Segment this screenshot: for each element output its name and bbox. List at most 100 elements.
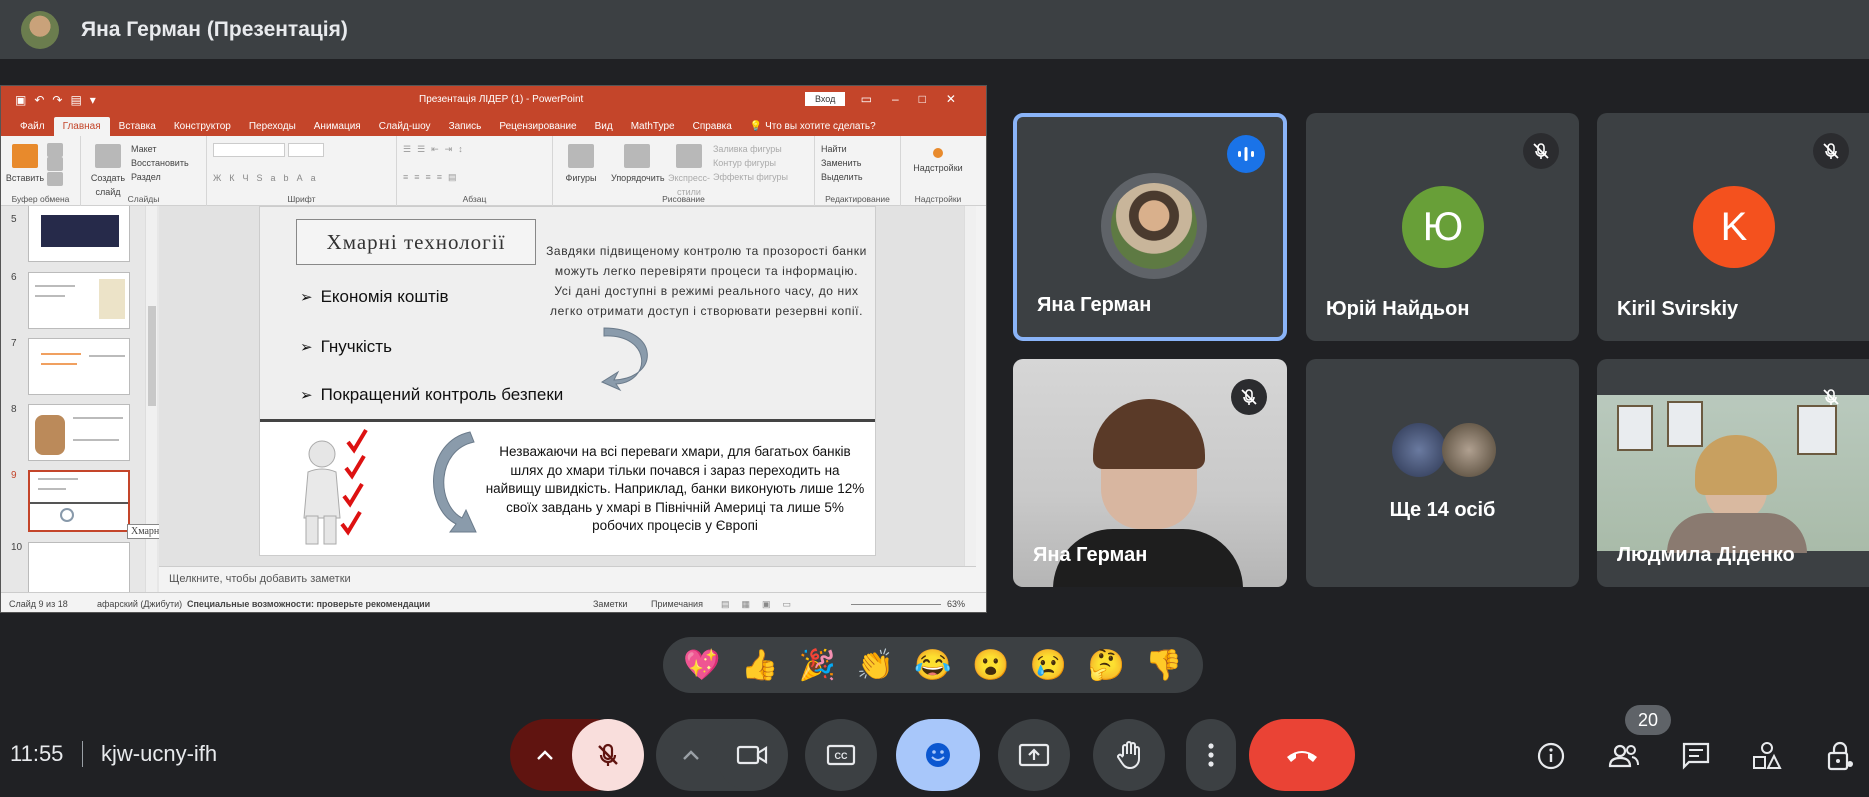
notes-toggle[interactable]: Заметки xyxy=(593,599,627,609)
current-slide[interactable]: Хмарні технології ➢ Економія коштів ➢ Гнуч… xyxy=(259,206,876,556)
shape-effects-button[interactable]: Эффекты фигуры xyxy=(713,170,808,184)
tab-slideshow[interactable]: Слайд-шоу xyxy=(370,117,440,136)
reaction-clap[interactable]: 👏 xyxy=(851,648,899,683)
shapes-icon[interactable] xyxy=(568,144,594,168)
find-button[interactable]: Найти xyxy=(821,142,894,156)
scrollbar-thumb[interactable] xyxy=(148,306,156,406)
zoom-slider[interactable] xyxy=(851,604,941,605)
participant-tile[interactable]: Яна Герман xyxy=(1013,359,1287,587)
thumb-image xyxy=(28,272,130,329)
copy-icon[interactable] xyxy=(47,157,63,172)
paste-icon[interactable] xyxy=(12,144,38,168)
tab-mathtype[interactable]: MathType xyxy=(622,117,684,136)
thumbnail-slide-10[interactable]: 10 xyxy=(1,542,151,592)
people-button[interactable] xyxy=(1604,736,1644,776)
participant-name: Kiril Svirskiy xyxy=(1617,298,1739,320)
tab-animations[interactable]: Анимация xyxy=(305,117,370,136)
tab-transitions[interactable]: Переходы xyxy=(240,117,305,136)
group-addins: Надстройки Надстройки xyxy=(901,136,975,206)
reaction-party[interactable]: 🎉 xyxy=(793,648,841,683)
divider xyxy=(82,741,83,767)
paste-button[interactable]: Вставить xyxy=(6,173,44,183)
camera-toggle-button[interactable] xyxy=(716,719,788,791)
participant-tile[interactable]: K Kiril Svirskiy xyxy=(1597,113,1869,341)
notes-pane[interactable]: Щелкните, чтобы добавить заметки xyxy=(159,566,976,592)
chat-button[interactable] xyxy=(1676,736,1716,776)
comments-toggle[interactable]: Примечания xyxy=(651,599,703,609)
font-format-icons[interactable]: ЖКЧSabAa xyxy=(213,173,324,183)
tab-design[interactable]: Конструктор xyxy=(165,117,240,136)
signin-button[interactable]: Вход xyxy=(805,92,846,106)
reactions-button[interactable] xyxy=(896,719,980,791)
meeting-code[interactable]: kjw-ucny-ifh xyxy=(101,741,217,767)
accessibility-status[interactable]: Специальные возможности: проверьте реком… xyxy=(187,599,430,609)
font-name-combo[interactable] xyxy=(213,142,285,157)
slide-bottom-area: Незважаючи на всі переваги хмари, для ба… xyxy=(260,422,875,555)
font-size-combo[interactable] xyxy=(287,142,324,157)
slide-scrollbar[interactable] xyxy=(964,206,976,566)
participant-tile[interactable]: Ю Юрій Найдьон xyxy=(1306,113,1579,341)
tab-file[interactable]: Файл xyxy=(11,117,54,136)
language-indicator[interactable]: афарский (Джибути) xyxy=(97,599,182,609)
reaction-thinking[interactable]: 🤔 xyxy=(1082,648,1130,683)
more-options-button[interactable] xyxy=(1186,719,1236,791)
replace-button[interactable]: Заменить xyxy=(821,156,894,170)
arrange-button[interactable]: Упорядочить xyxy=(611,173,665,183)
tab-review[interactable]: Рецензирование xyxy=(490,117,585,136)
activities-shapes-icon xyxy=(1753,742,1782,769)
reaction-surprised[interactable]: 😮 xyxy=(967,648,1015,683)
view-buttons-icon[interactable]: ▤▦▣▭ xyxy=(721,599,803,610)
thumbnail-slide-8[interactable]: 8 xyxy=(1,404,151,466)
thumbnail-slide-6[interactable]: 6 xyxy=(1,272,151,334)
paragraph-icons[interactable]: ☰☰⇤⇥↕ ≡≡≡≡▤ xyxy=(403,142,546,184)
shape-outline-button[interactable]: Контур фигуры xyxy=(713,156,808,170)
shape-fill-button[interactable]: Заливка фигуры xyxy=(713,142,808,156)
captions-button[interactable]: CC xyxy=(805,719,877,791)
avatar: Ю xyxy=(1402,186,1484,268)
shapes-button[interactable]: Фигуры xyxy=(565,173,596,183)
host-controls-button[interactable] xyxy=(1820,736,1860,776)
thumbnail-slide-7[interactable]: 7 xyxy=(1,338,151,400)
zoom-level[interactable]: 63% xyxy=(947,599,965,609)
present-screen-button[interactable] xyxy=(998,719,1070,791)
meeting-details-button[interactable] xyxy=(1531,736,1571,776)
raise-hand-button[interactable] xyxy=(1093,719,1165,791)
tab-record[interactable]: Запись xyxy=(440,117,491,136)
quick-access-icons[interactable]: ▣↶↷▤▾ xyxy=(15,93,104,107)
quick-styles-icon[interactable] xyxy=(676,144,702,168)
leave-call-button[interactable] xyxy=(1249,719,1355,791)
reaction-crying[interactable]: 😢 xyxy=(1024,648,1072,683)
participant-tile[interactable]: Людмила Діденко xyxy=(1597,359,1869,587)
arrange-icon[interactable] xyxy=(624,144,650,168)
format-painter-icon[interactable] xyxy=(47,171,63,186)
section-button[interactable]: Раздел xyxy=(131,170,200,184)
slide-canvas[interactable]: Хмарні технології ➢ Економія коштів ➢ Гнуч… xyxy=(159,206,976,566)
reaction-thumbs-down[interactable]: 👎 xyxy=(1140,648,1188,683)
reaction-thumbs-up[interactable]: 👍 xyxy=(736,648,784,683)
thumb-image xyxy=(28,542,130,592)
thumbnail-slide-9[interactable]: 9 xyxy=(1,470,151,532)
cut-icon[interactable] xyxy=(47,142,63,157)
participant-tile[interactable]: Яна Герман xyxy=(1013,113,1287,341)
thumbnail-slide-5[interactable]: 5 xyxy=(1,206,151,264)
reset-button[interactable]: Восстановить xyxy=(131,156,200,170)
tab-home[interactable]: Главная xyxy=(53,117,110,136)
tab-view[interactable]: Вид xyxy=(586,117,622,136)
addins-icon[interactable] xyxy=(933,148,943,158)
people-icon xyxy=(1608,744,1639,768)
new-slide-icon[interactable] xyxy=(95,144,121,168)
window-controls-icon[interactable]: ▭–□✕ xyxy=(861,92,976,106)
activities-button[interactable] xyxy=(1747,736,1787,776)
ppt-titlebar: ▣↶↷▤▾ Презентація ЛІДЕР (1) - PowerPoint… xyxy=(1,86,986,114)
shared-screen-powerpoint[interactable]: ▣↶↷▤▾ Презентація ЛІДЕР (1) - PowerPoint… xyxy=(0,85,987,613)
reaction-laugh[interactable]: 😂 xyxy=(909,648,957,683)
microphone-toggle-button[interactable] xyxy=(572,719,644,791)
tell-me-search[interactable]: 💡 Что вы хотите сделать? xyxy=(741,117,885,136)
others-tile[interactable]: Ще 14 осіб xyxy=(1306,359,1579,587)
reaction-sparkling-heart[interactable]: 💖 xyxy=(678,648,726,683)
tab-insert[interactable]: Вставка xyxy=(110,117,165,136)
select-button[interactable]: Выделить xyxy=(821,170,894,184)
layout-button[interactable]: Макет xyxy=(131,142,200,156)
tab-help[interactable]: Справка xyxy=(684,117,741,136)
addins-button[interactable]: Надстройки xyxy=(913,163,962,173)
